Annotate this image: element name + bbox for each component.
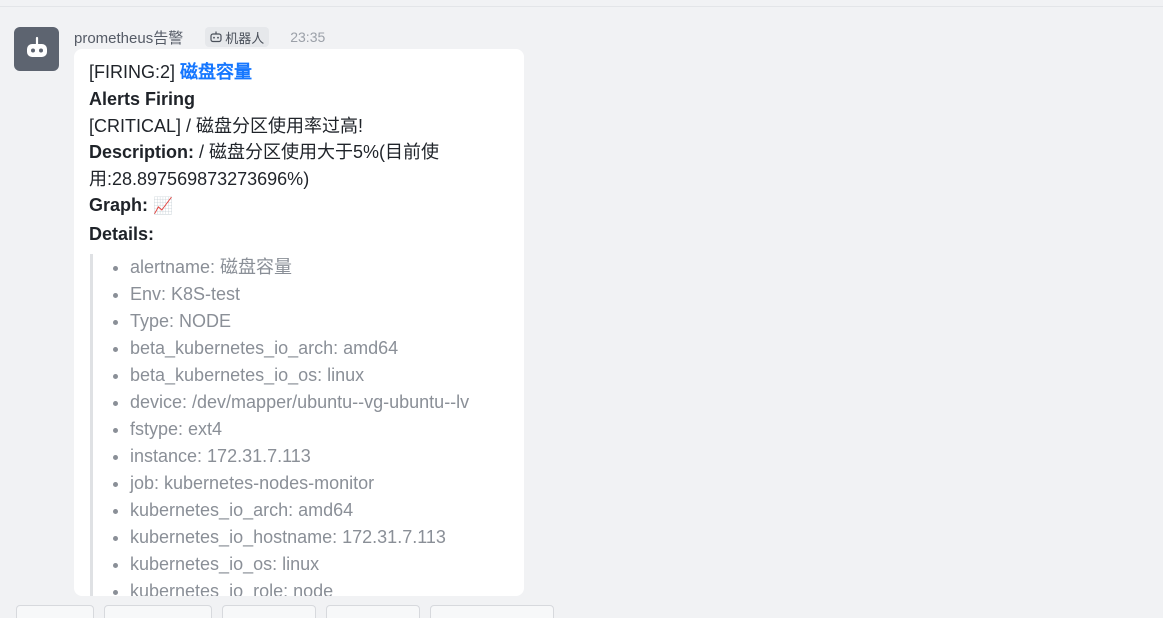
- list-item: kubernetes_io_role: node: [130, 578, 509, 596]
- alert-description: Description: / 磁盘分区使用大于5%(目前使用:28.897569…: [89, 139, 449, 192]
- details-block: alertname: 磁盘容量 Env: K8S-test Type: NODE…: [90, 253, 509, 596]
- list-item: kubernetes_io_os: linux: [130, 551, 509, 578]
- bot-badge: 机器人: [205, 27, 270, 47]
- list-item: beta_kubernetes_io_arch: amd64: [130, 335, 509, 362]
- alerts-heading: Alerts Firing: [89, 88, 196, 109]
- list-item: Type: NODE: [130, 308, 509, 335]
- chart-increasing-icon[interactable]: 📈: [153, 198, 173, 215]
- list-item: job: kubernetes-nodes-monitor: [130, 470, 509, 497]
- list-item: kubernetes_io_hostname: 172.31.7.113: [130, 524, 509, 551]
- alert-summary: [CRITICAL] / 磁盘分区使用率过高!: [89, 115, 364, 136]
- top-divider: [0, 6, 1163, 7]
- sender-name[interactable]: prometheus告警: [74, 27, 183, 48]
- alert-title-prefix: [FIRING:2]: [89, 62, 176, 82]
- list-item: kubernetes_io_arch: amd64: [130, 497, 509, 524]
- action-chip[interactable]: [430, 605, 554, 618]
- avatar[interactable]: [14, 27, 59, 71]
- list-item: Env: K8S-test: [130, 281, 509, 308]
- action-chip[interactable]: [326, 605, 420, 618]
- action-chip[interactable]: [222, 605, 316, 618]
- robot-icon: [210, 31, 222, 43]
- message-header: prometheus告警 机器人 23:35: [74, 26, 325, 48]
- action-chip[interactable]: [104, 605, 212, 618]
- bot-badge-label: 机器人: [225, 30, 265, 46]
- list-item: fstype: ext4: [130, 416, 509, 443]
- list-item: alertname: 磁盘容量: [130, 254, 509, 281]
- graph-row: Graph: 📈: [89, 192, 509, 221]
- list-item: beta_kubernetes_io_os: linux: [130, 362, 509, 389]
- message-time: 23:35: [290, 29, 326, 45]
- action-bar: [16, 605, 554, 618]
- details-label: Details:: [89, 224, 155, 245]
- alert-title-link[interactable]: 磁盘容量: [180, 62, 252, 82]
- details-list: alertname: 磁盘容量 Env: K8S-test Type: NODE…: [113, 254, 509, 596]
- graph-label: Graph:: [89, 195, 149, 216]
- robot-icon: [26, 36, 47, 57]
- list-item: device: /dev/mapper/ubuntu--vg-ubuntu--l…: [130, 389, 509, 416]
- description-label: Description:: [89, 142, 195, 163]
- list-item: instance: 172.31.7.113: [130, 443, 509, 470]
- alert-title: [FIRING:2] 磁盘容量: [89, 59, 509, 86]
- action-chip[interactable]: [16, 605, 94, 618]
- message-bubble[interactable]: [FIRING:2] 磁盘容量 Alerts Firing [CRITICAL]…: [74, 49, 524, 596]
